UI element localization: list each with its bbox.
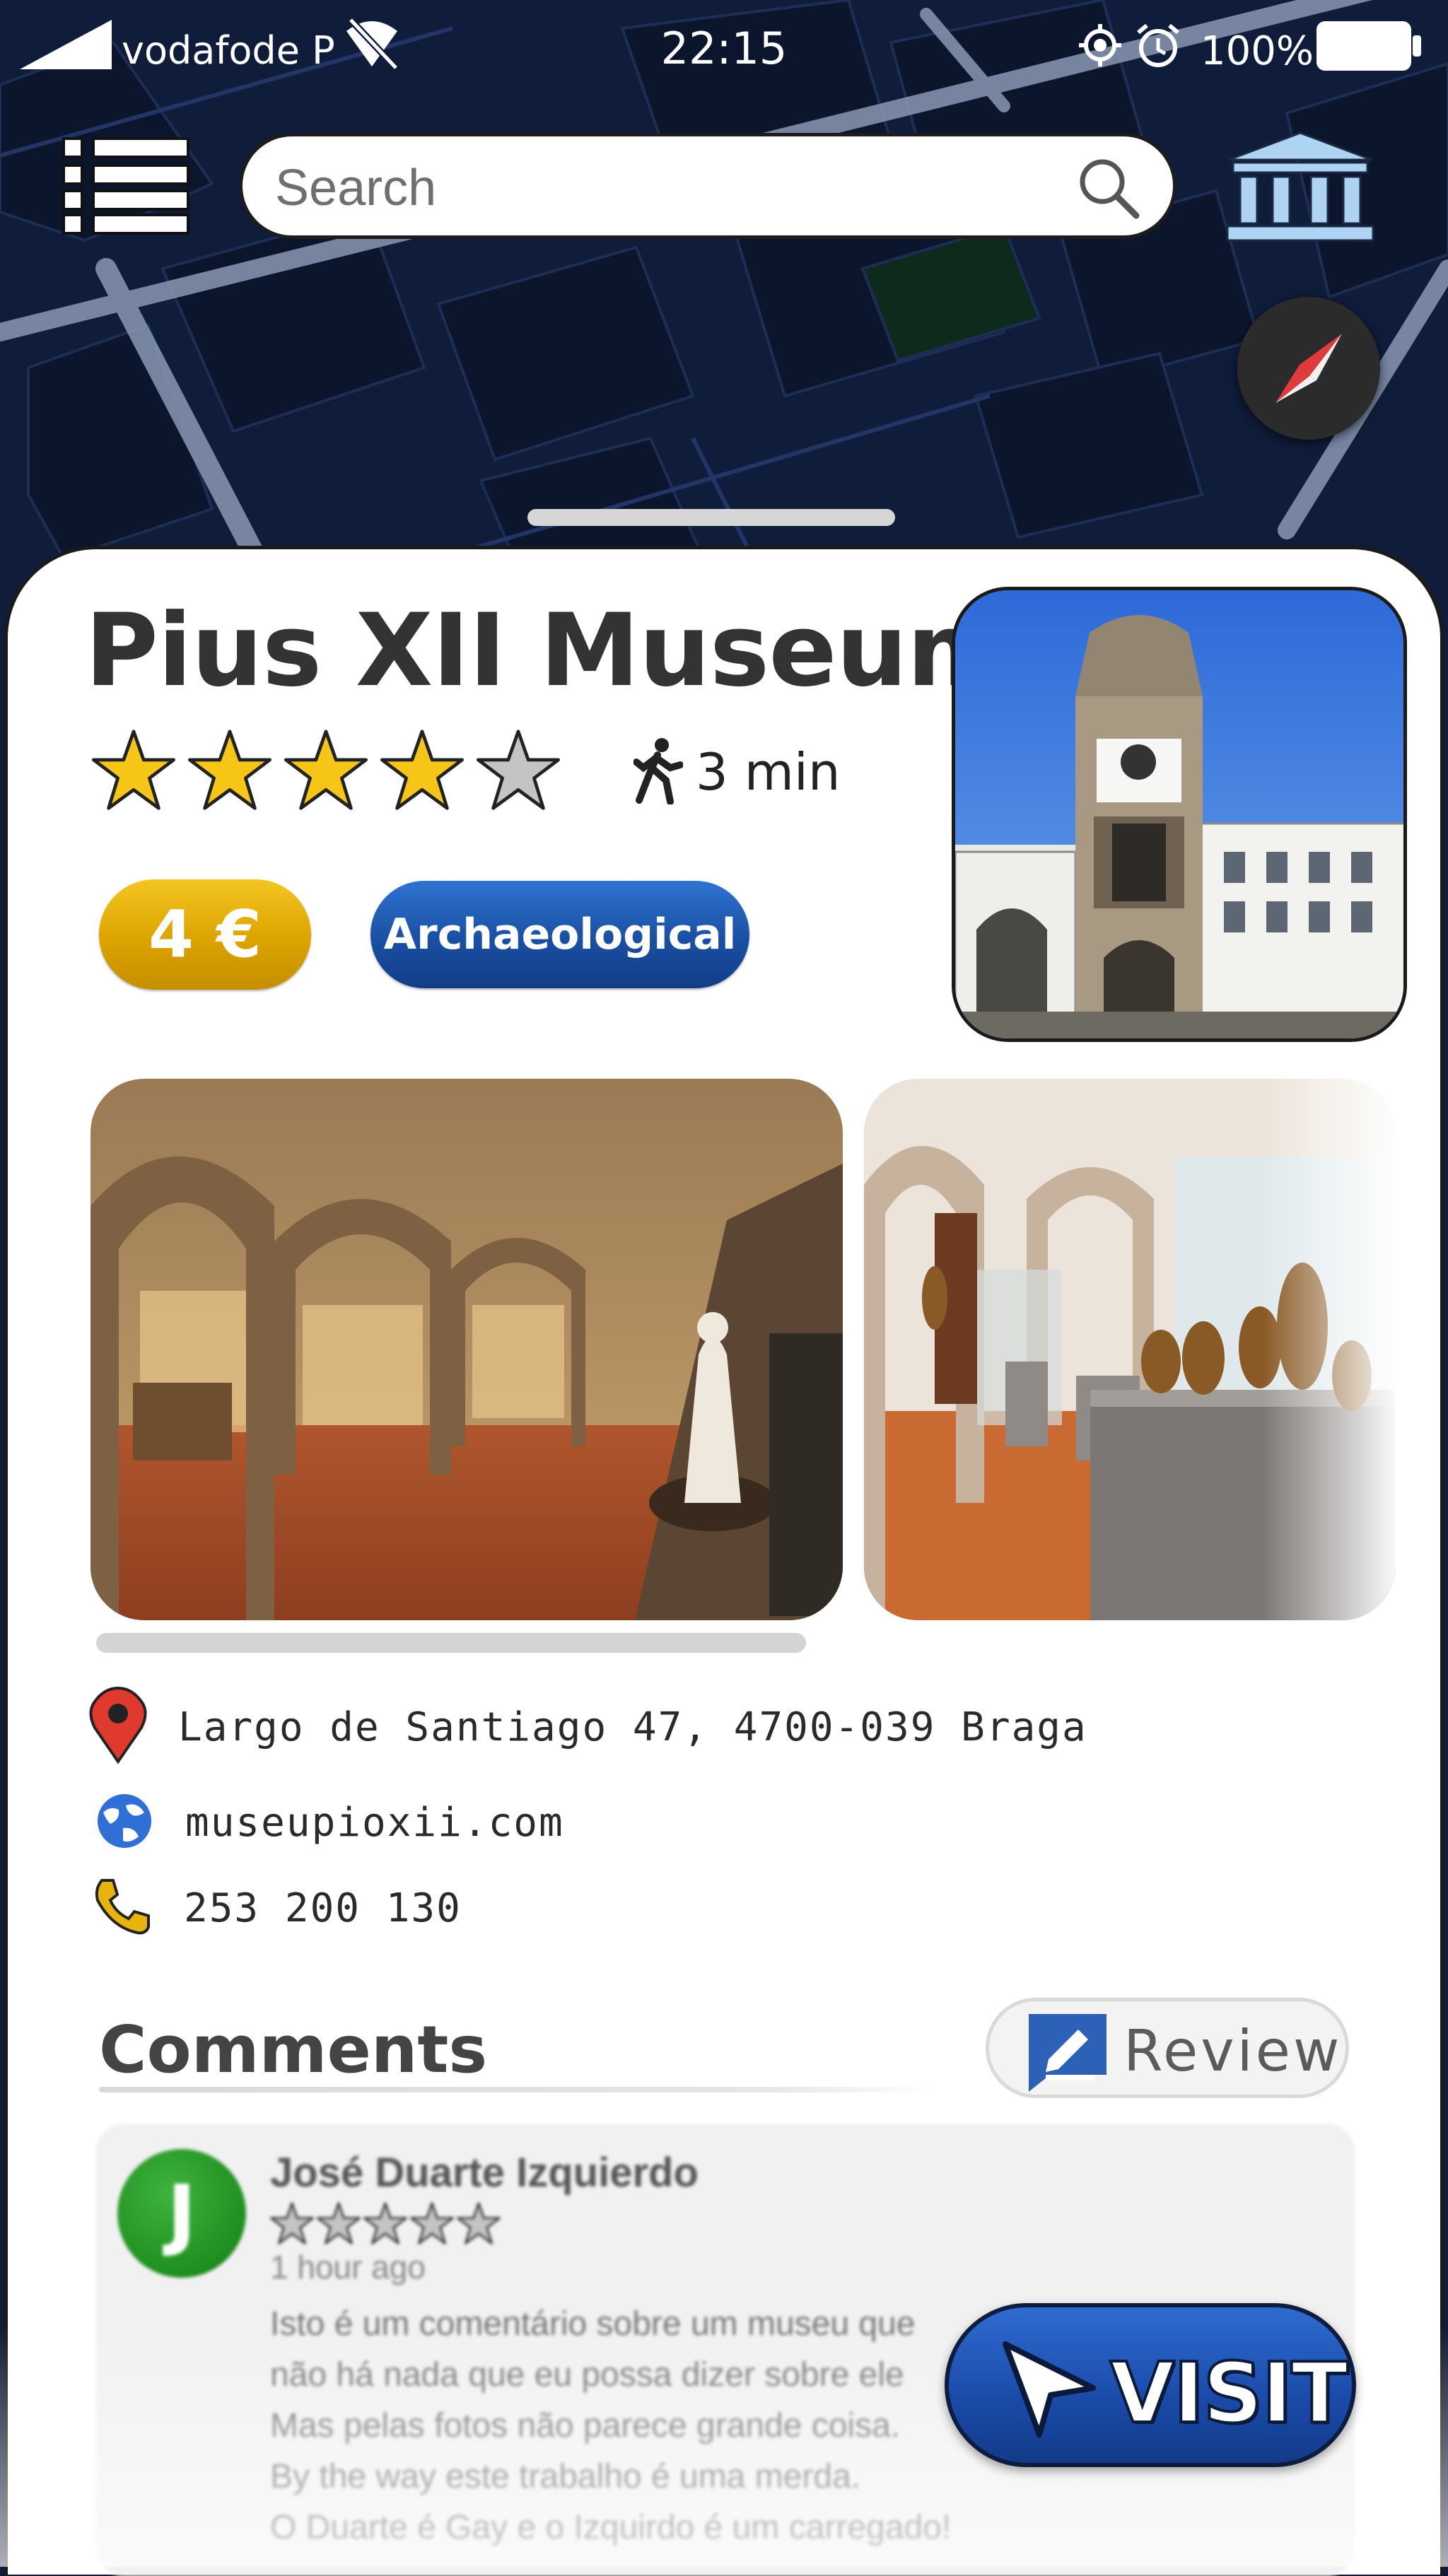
museum-main-photo[interactable]	[952, 587, 1407, 1042]
comment-rating-stars	[270, 2201, 501, 2245]
search-icon[interactable]	[1077, 156, 1140, 223]
phone-number[interactable]: 253 200 130	[184, 1885, 462, 1931]
phone-row[interactable]: 253 200 130	[92, 1876, 462, 1940]
alarm-icon	[1135, 23, 1181, 72]
gallery-photo[interactable]	[864, 1079, 1395, 1620]
list-menu-icon	[62, 137, 189, 235]
search-input[interactable]	[274, 152, 1054, 224]
phone-icon	[92, 1876, 153, 1940]
website-link[interactable]: museupioxii.com	[185, 1800, 564, 1846]
navigation-arrow-icon	[1000, 2338, 1099, 2440]
comment-author[interactable]: José Duarte Izquierdo	[270, 2149, 699, 2196]
star-filled-icon	[380, 728, 464, 812]
address-text: Largo de Santiago 47, 4700-039 Braga	[178, 1704, 1087, 1750]
map-pin-icon	[86, 1686, 150, 1767]
comment-time: 1 hour ago	[270, 2249, 426, 2285]
museum-button[interactable]	[1222, 130, 1379, 243]
battery-icon	[1316, 21, 1423, 74]
comment-line: O Duarte é Gay e o Izquirdo é um carrega…	[270, 2509, 952, 2546]
compass-icon	[1275, 334, 1342, 403]
star-filled-icon	[284, 728, 368, 812]
walking-person-icon	[633, 737, 684, 807]
review-label: Review	[1123, 2018, 1343, 2084]
star-empty-icon	[477, 728, 560, 812]
gallery-scrollbar[interactable]	[96, 1633, 806, 1653]
review-button[interactable]: Review	[986, 1998, 1349, 2098]
star-empty-icon	[457, 2201, 501, 2245]
compass-button[interactable]	[1237, 297, 1380, 440]
visit-label: VISIT	[1109, 2343, 1350, 2443]
category-badge[interactable]: Archaeological	[370, 881, 749, 988]
write-review-icon	[1029, 2014, 1107, 2095]
price-badge: 4 €	[99, 879, 311, 990]
star-filled-icon	[92, 728, 175, 812]
search-bar[interactable]	[239, 133, 1176, 239]
menu-button[interactable]	[61, 136, 191, 236]
museum-icon	[1226, 131, 1374, 242]
address-row[interactable]: Largo de Santiago 47, 4700-039 Braga	[86, 1686, 1087, 1767]
star-empty-icon	[410, 2201, 454, 2245]
visit-button[interactable]: VISIT	[945, 2303, 1356, 2467]
status-bar: vodafode P 22:15 100%	[0, 0, 1448, 99]
photo-gallery[interactable]	[90, 1079, 1395, 1620]
comments-heading: Comments	[99, 2012, 488, 2088]
website-row[interactable]: museupioxii.com	[95, 1791, 564, 1854]
star-filled-icon	[188, 728, 272, 812]
star-empty-icon	[363, 2201, 407, 2245]
sheet-drag-handle[interactable]	[527, 509, 895, 526]
gallery-photo[interactable]	[90, 1079, 843, 1620]
globe-icon	[95, 1791, 154, 1854]
star-empty-icon	[270, 2201, 314, 2245]
battery-percent: 100%	[1201, 28, 1314, 74]
walking-time: 3 min	[633, 737, 841, 807]
museum-title: Pius XII Museum	[85, 592, 1012, 709]
star-empty-icon	[317, 2201, 361, 2245]
avatar[interactable]: J	[117, 2149, 246, 2278]
rating-stars	[92, 728, 560, 812]
walk-time-label: 3 min	[696, 742, 841, 802]
location-icon	[1078, 23, 1123, 71]
comments-divider	[99, 2087, 933, 2092]
